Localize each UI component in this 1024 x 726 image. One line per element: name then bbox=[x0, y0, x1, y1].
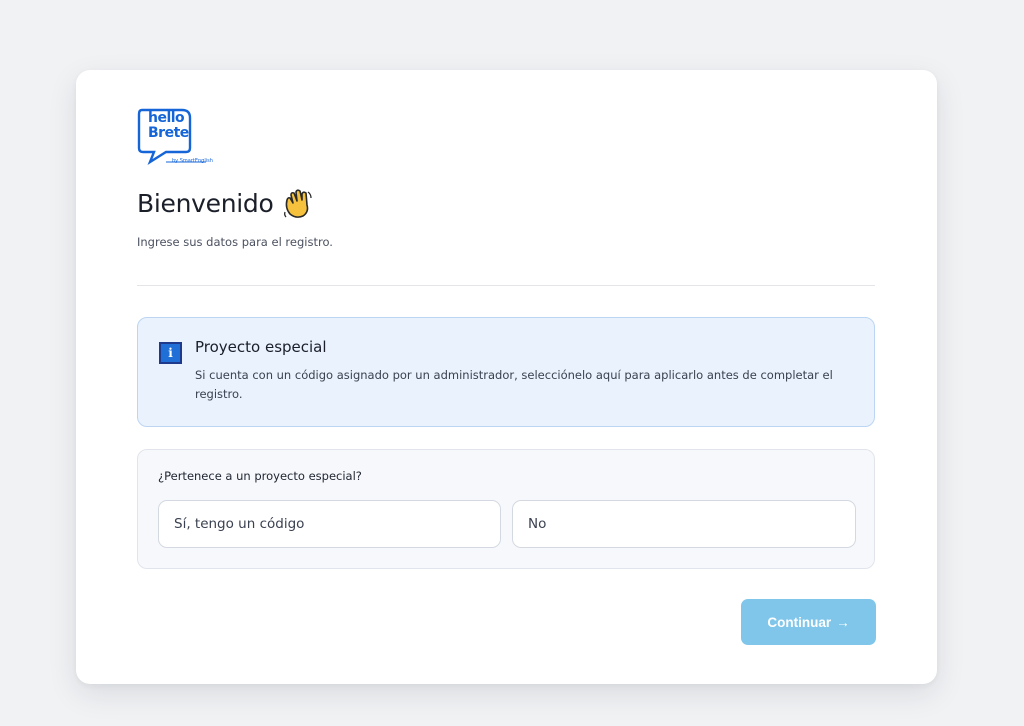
logo-brete-text: Brete bbox=[148, 125, 189, 141]
question-label: ¿Pertenece a un proyecto especial? bbox=[158, 469, 362, 483]
waving-hand-icon bbox=[281, 186, 315, 220]
special-project-question: ¿Pertenece a un proyecto especial? Sí, t… bbox=[137, 449, 875, 569]
special-project-info-box: i Proyecto especial Si cuenta con un cód… bbox=[137, 317, 875, 427]
hellobrete-logo: hello Brete by SmartEnglish bbox=[136, 106, 213, 170]
option-no-button[interactable]: No bbox=[512, 500, 856, 548]
info-title: Proyecto especial bbox=[195, 338, 327, 356]
divider bbox=[137, 285, 875, 286]
page-title: Bienvenido bbox=[137, 188, 274, 218]
option-yes-code-button[interactable]: Sí, tengo un código bbox=[158, 500, 501, 548]
continue-label: Continuar bbox=[767, 614, 832, 630]
arrow-right-icon: → bbox=[836, 614, 850, 630]
page-subtitle: Ingrese sus datos para el registro. bbox=[137, 235, 333, 249]
info-text: Si cuenta con un código asignado por un … bbox=[195, 368, 833, 401]
logo-hello-text: hello bbox=[148, 110, 185, 126]
logo-byline: by SmartEnglish bbox=[172, 158, 213, 164]
welcome-heading: Bienvenido bbox=[137, 186, 315, 220]
registration-card: hello Brete by SmartEnglish Bienvenido I… bbox=[76, 70, 937, 684]
info-icon: i bbox=[159, 342, 182, 364]
continue-button[interactable]: Continuar → bbox=[741, 599, 876, 645]
